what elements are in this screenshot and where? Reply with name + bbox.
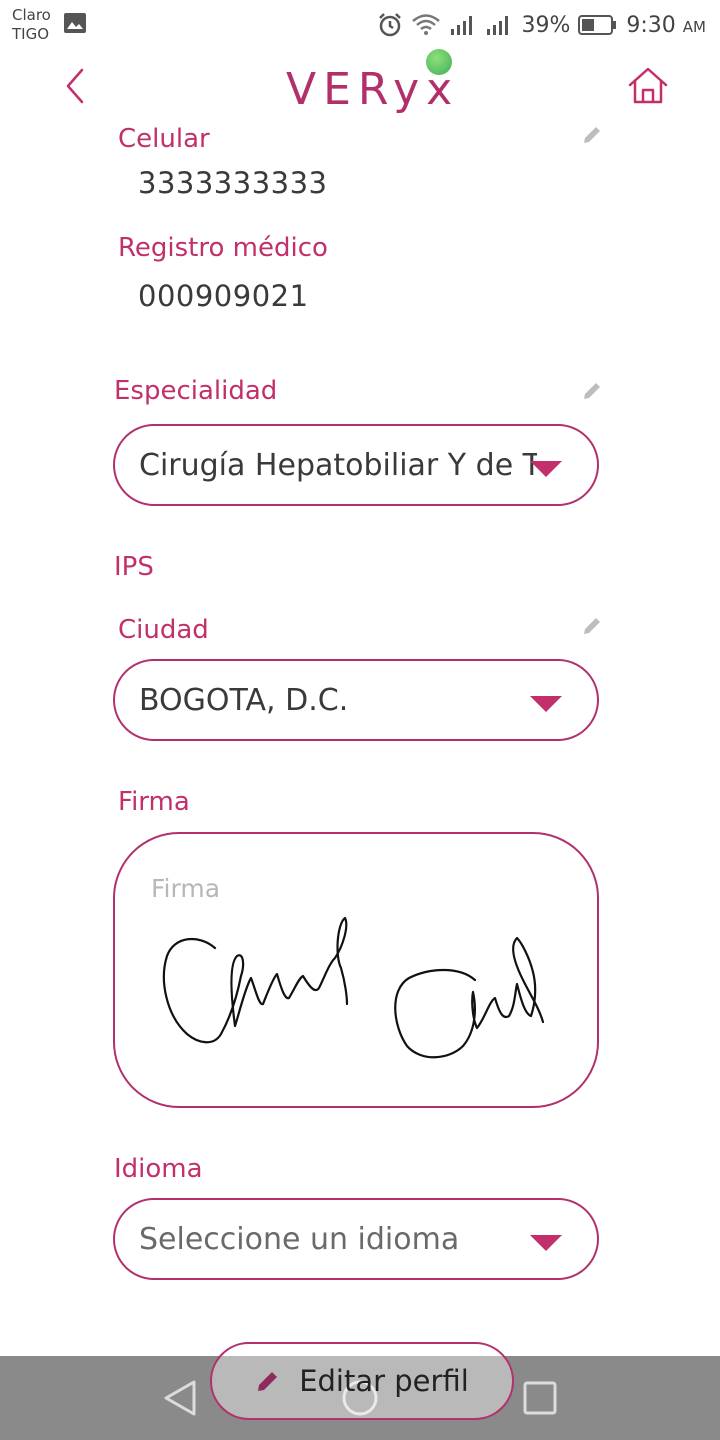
idioma-label: Idioma: [114, 1154, 203, 1184]
edit-profile-button[interactable]: Editar perfil: [210, 1342, 514, 1420]
chevron-left-icon[interactable]: [60, 66, 90, 106]
signature-pad[interactable]: Firma: [113, 832, 599, 1108]
idioma-placeholder: Seleccione un idioma: [139, 1221, 460, 1257]
edit-pencil-icon[interactable]: [581, 124, 603, 146]
dropdown-caret-icon: [530, 461, 562, 477]
status-icons: 39% 9:30 AM: [377, 10, 706, 40]
dropdown-caret-icon: [530, 696, 562, 712]
alarm-icon: [379, 13, 402, 37]
nav-recent-apps-icon[interactable]: [522, 1380, 558, 1416]
wifi-icon: [412, 14, 441, 35]
especialidad-dropdown[interactable]: Cirugía Hepatobiliar Y de Trar: [113, 424, 599, 506]
pencil-icon: [258, 1372, 278, 1391]
edit-profile-label: Editar perfil: [299, 1364, 469, 1398]
registro-value: 000909021: [138, 279, 309, 313]
gallery-icon: [64, 13, 86, 33]
edit-pencil-icon[interactable]: [581, 380, 603, 402]
ips-label: IPS: [114, 552, 154, 582]
registro-label: Registro médico: [118, 233, 328, 263]
nav-back-icon[interactable]: [162, 1378, 198, 1418]
carrier-line-2: TIGO: [12, 25, 50, 43]
firma-label: Firma: [118, 787, 190, 817]
home-icon[interactable]: [626, 64, 670, 108]
battery-level: 39%: [521, 12, 571, 38]
logo-dot: [426, 49, 452, 75]
signature-drawing: [162, 916, 545, 1059]
carrier-name: Claro TIGO: [12, 6, 51, 44]
edit-pencil-icon[interactable]: [581, 615, 603, 637]
status-bar: Claro TIGO 39% 9:30 AM: [0, 0, 720, 50]
celular-label: Celular: [118, 124, 210, 154]
signal-icon-2: [487, 16, 509, 35]
carrier-line-1: Claro: [12, 6, 51, 24]
dropdown-caret-icon: [530, 1235, 562, 1251]
signal-icon: [451, 16, 473, 35]
especialidad-value: Cirugía Hepatobiliar Y de Trar: [139, 447, 537, 483]
clock-ampm: AM: [682, 17, 706, 36]
clock: 9:30 AM: [626, 13, 706, 38]
signature-placeholder: Firma: [151, 874, 221, 903]
ciudad-dropdown[interactable]: BOGOTA, D.C.: [113, 659, 599, 741]
idioma-dropdown[interactable]: Seleccione un idioma: [113, 1198, 599, 1280]
celular-value: 3333333333: [138, 166, 328, 200]
especialidad-label: Especialidad: [114, 376, 278, 406]
battery-icon: [578, 15, 617, 35]
clock-time: 9:30: [626, 12, 676, 38]
ciudad-label: Ciudad: [118, 615, 209, 645]
ciudad-value: BOGOTA, D.C.: [139, 682, 349, 718]
